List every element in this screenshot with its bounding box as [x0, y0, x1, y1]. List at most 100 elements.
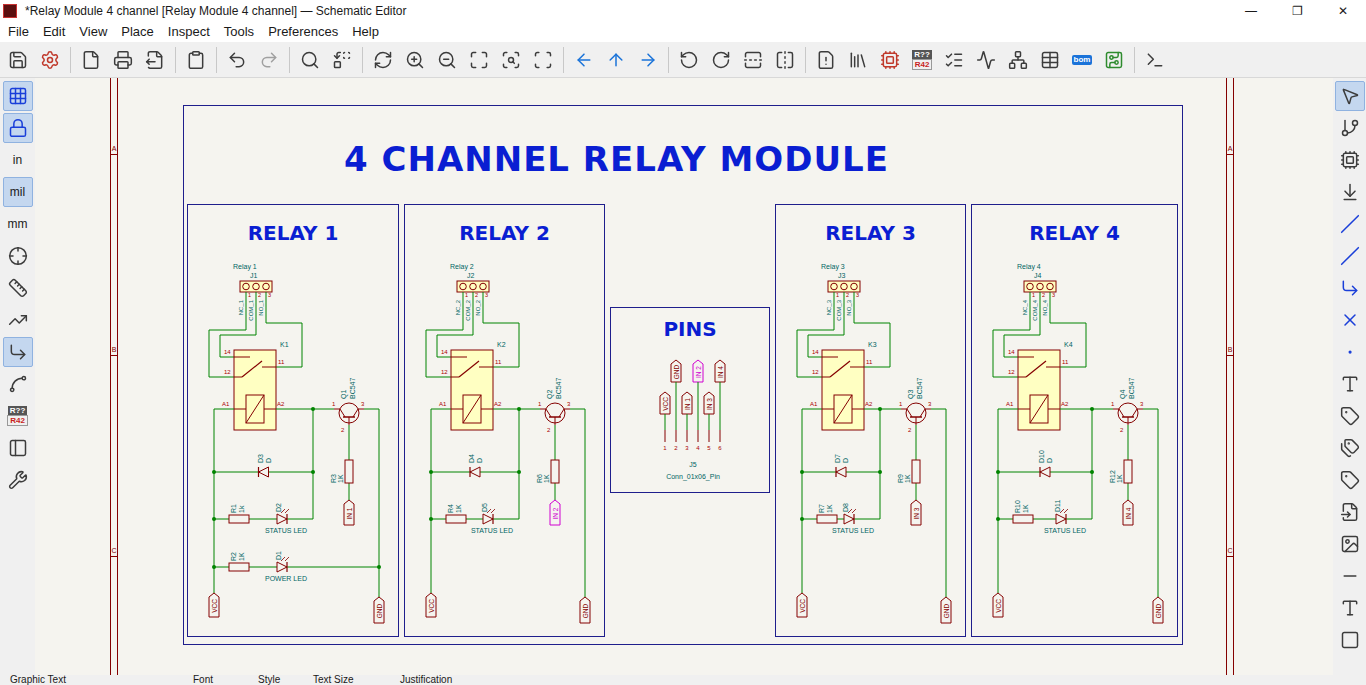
- net-label[interactable]: IN 4: [715, 360, 725, 382]
- wire-tool[interactable]: [1335, 209, 1365, 239]
- hierarchy-tool[interactable]: [1335, 113, 1365, 143]
- zoom-fit-button[interactable]: [464, 45, 494, 75]
- input-label[interactable]: IN 2: [550, 500, 560, 525]
- pins-tool[interactable]: [3, 273, 33, 303]
- power-tool[interactable]: [1335, 177, 1365, 207]
- global-label-tool[interactable]: [1335, 433, 1365, 463]
- net-label[interactable]: GND: [671, 360, 681, 382]
- input-label[interactable]: IN 1: [344, 500, 354, 525]
- plot-button[interactable]: [140, 45, 170, 75]
- zoom-in-button[interactable]: [400, 45, 430, 75]
- cursor-tool[interactable]: [3, 241, 33, 271]
- base-resistor[interactable]: R91K: [897, 460, 920, 483]
- navigate-up-button[interactable]: [601, 45, 631, 75]
- gnd-label[interactable]: GND: [941, 597, 951, 623]
- erc-button[interactable]: [939, 45, 969, 75]
- rectangle-tool[interactable]: [1335, 625, 1365, 655]
- resistor-symbol[interactable]: [229, 515, 249, 523]
- vcc-label[interactable]: VCC: [797, 593, 807, 617]
- transistor-symbol[interactable]: 123Q3BC547: [899, 377, 932, 433]
- window-control[interactable]: —: [1228, 0, 1274, 22]
- label-tool[interactable]: [1335, 369, 1365, 399]
- relay-symbol[interactable]: K4141211A1A2: [1006, 341, 1073, 430]
- zoom-selection-button[interactable]: [528, 45, 558, 75]
- pin-header[interactable]: VCC1GND2IN 13IN 24IN 35IN 46J5Conn_01x06…: [611, 352, 769, 492]
- menu-item[interactable]: Help: [345, 23, 386, 41]
- line-90-tool[interactable]: [3, 337, 33, 367]
- save-button[interactable]: [3, 45, 33, 75]
- mirror-vertical-button[interactable]: [738, 45, 768, 75]
- mirror-horizontal-button[interactable]: [770, 45, 800, 75]
- relay-symbol[interactable]: K1141211A1A2: [222, 341, 289, 430]
- pcb-editor-button[interactable]: [1099, 45, 1129, 75]
- schematic-setup-button[interactable]: [35, 45, 65, 75]
- resistor-symbol[interactable]: [1013, 515, 1033, 523]
- scripting-console-button[interactable]: [1140, 45, 1170, 75]
- symbol-browser-button[interactable]: [843, 45, 873, 75]
- resistor-symbol[interactable]: [446, 515, 466, 523]
- rotate-ccw-button[interactable]: [674, 45, 704, 75]
- redo-button[interactable]: [254, 45, 284, 75]
- base-resistor[interactable]: R121K: [1109, 460, 1132, 483]
- resistor-symbol[interactable]: [229, 563, 249, 571]
- vcc-label[interactable]: VCC: [209, 593, 219, 617]
- grid-tool[interactable]: [3, 81, 33, 111]
- base-resistor[interactable]: R31K: [330, 460, 353, 483]
- annotate-button[interactable]: R??R42: [907, 45, 937, 75]
- fields-table-button[interactable]: [1035, 45, 1065, 75]
- netlist-button[interactable]: [1003, 45, 1033, 75]
- panel-tool[interactable]: [3, 433, 33, 463]
- menu-item[interactable]: File: [1, 23, 36, 41]
- menu-item[interactable]: Preferences: [261, 23, 345, 41]
- net-label[interactable]: IN 2: [693, 360, 703, 382]
- menu-item[interactable]: Inspect: [161, 23, 217, 41]
- resistor-symbol[interactable]: [817, 515, 837, 523]
- symbol-tool[interactable]: [1335, 145, 1365, 175]
- gnd-label[interactable]: GND: [1153, 597, 1163, 623]
- bus-entry-tool[interactable]: [1335, 273, 1365, 303]
- diode-symbol[interactable]: [836, 467, 846, 477]
- input-label[interactable]: IN 4: [1123, 500, 1133, 525]
- vcc-label[interactable]: VCC: [426, 593, 436, 617]
- net-label[interactable]: IN 1: [682, 392, 692, 414]
- relay-symbol[interactable]: K3141211A1A2: [810, 341, 877, 430]
- unit-button[interactable]: in: [3, 145, 33, 175]
- vcc-label[interactable]: VCC: [993, 593, 1003, 617]
- menu-item[interactable]: View: [72, 23, 114, 41]
- unit-button[interactable]: mm: [3, 209, 33, 239]
- sheet-tool[interactable]: [1335, 497, 1365, 527]
- diode-symbol[interactable]: [470, 467, 480, 477]
- refresh-button[interactable]: [368, 45, 398, 75]
- page-settings-button[interactable]: [76, 45, 106, 75]
- find-button[interactable]: [295, 45, 325, 75]
- simulator-button[interactable]: [971, 45, 1001, 75]
- bus-tool[interactable]: [1335, 241, 1365, 271]
- net-label[interactable]: VCC: [660, 392, 670, 414]
- junction-tool[interactable]: [1335, 337, 1365, 367]
- menu-item[interactable]: Edit: [36, 23, 72, 41]
- gnd-label[interactable]: GND: [374, 597, 384, 623]
- zoom-objects-button[interactable]: [496, 45, 526, 75]
- no-connect-tool[interactable]: [1335, 305, 1365, 335]
- text-tool[interactable]: [1335, 593, 1365, 623]
- line-45-tool[interactable]: [3, 369, 33, 399]
- image-tool[interactable]: [1335, 529, 1365, 559]
- wrench-tool[interactable]: [3, 465, 33, 495]
- diode-symbol[interactable]: [259, 467, 269, 477]
- zoom-out-button[interactable]: [432, 45, 462, 75]
- undo-button[interactable]: [222, 45, 252, 75]
- menu-item[interactable]: Tools: [217, 23, 261, 41]
- navigate-back-button[interactable]: [569, 45, 599, 75]
- unit-button[interactable]: mil: [3, 177, 33, 207]
- symbol-editor-button[interactable]: [811, 45, 841, 75]
- rotate-cw-button[interactable]: [706, 45, 736, 75]
- diode-symbol[interactable]: [1040, 467, 1050, 477]
- transistor-symbol[interactable]: 123Q4BC547: [1111, 377, 1144, 433]
- line-free-tool[interactable]: [3, 305, 33, 335]
- relay-symbol[interactable]: K2141211A1A2: [439, 341, 506, 430]
- line-tool[interactable]: [1335, 561, 1365, 591]
- select-tool[interactable]: [1335, 81, 1365, 111]
- paste-button[interactable]: [181, 45, 211, 75]
- navigate-forward-button[interactable]: [633, 45, 663, 75]
- lock-tool[interactable]: [3, 113, 33, 143]
